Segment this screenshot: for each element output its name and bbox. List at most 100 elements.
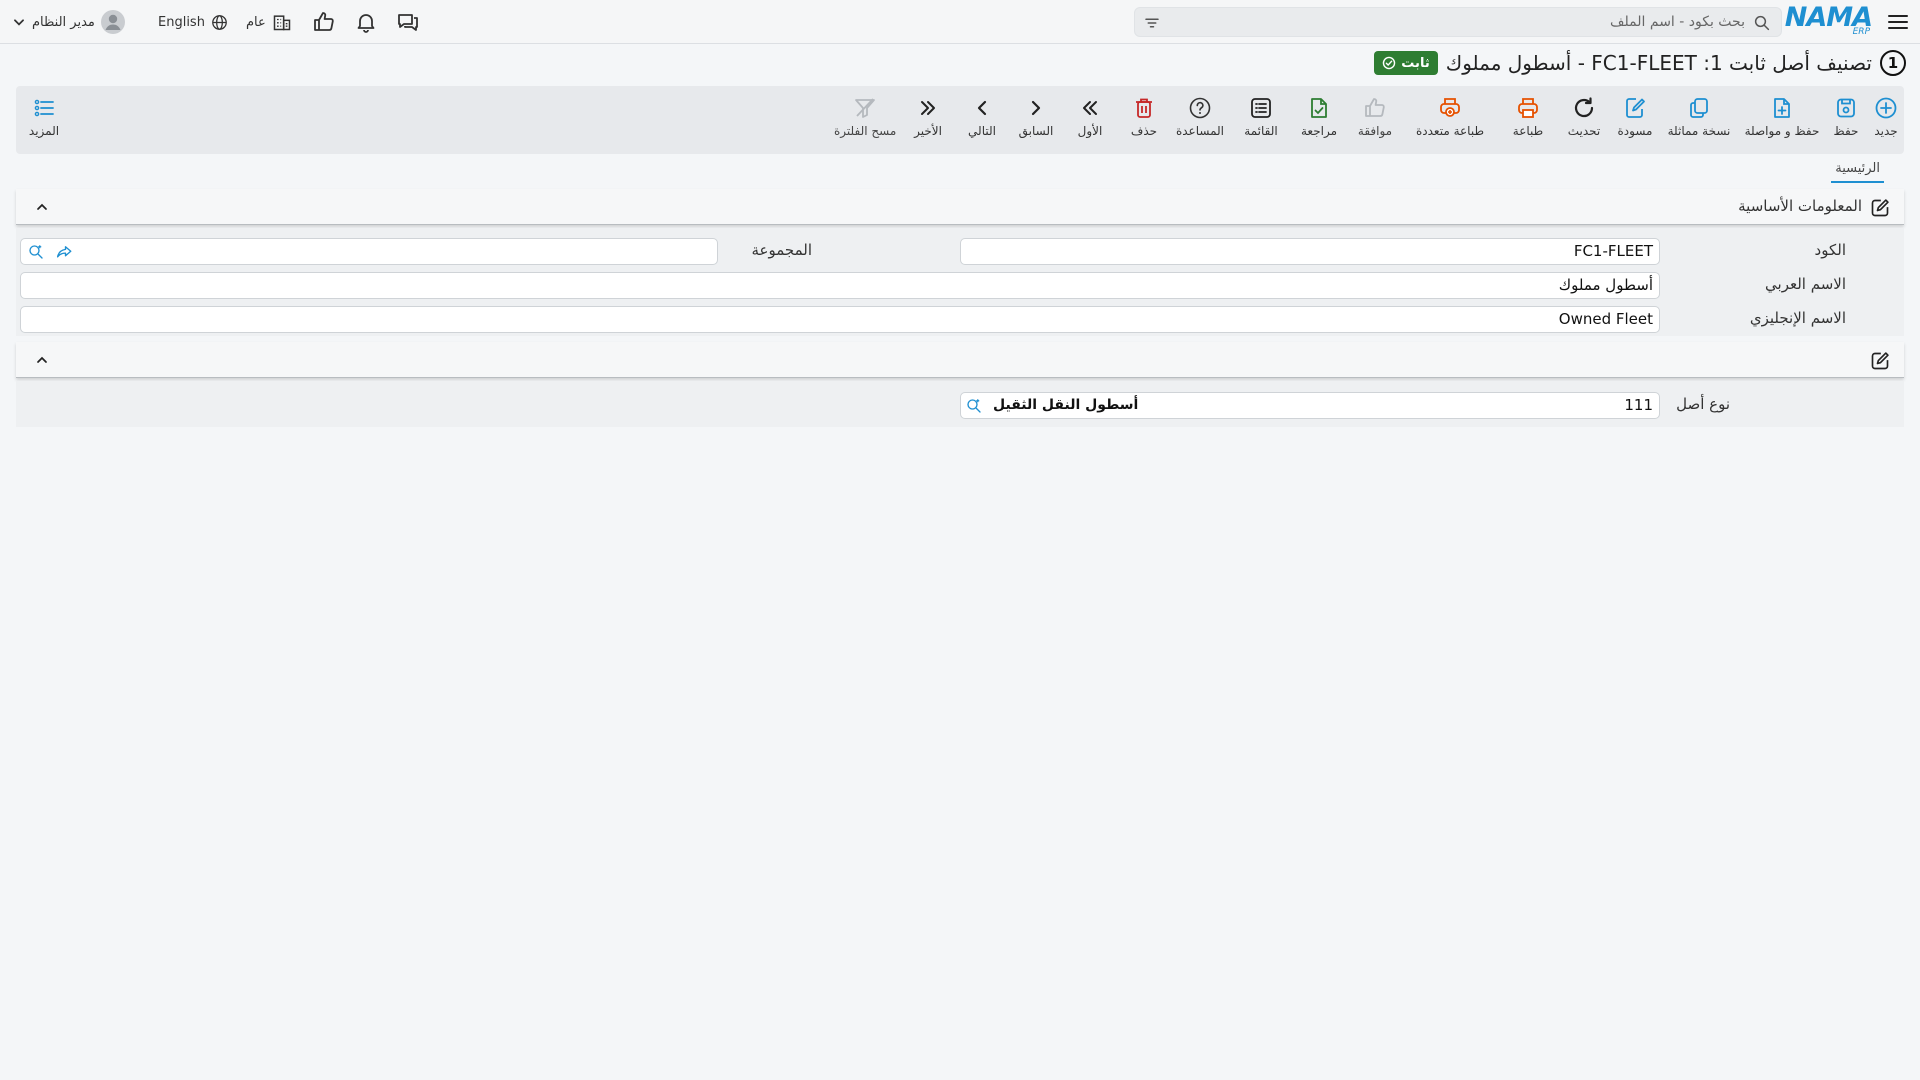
filter-icon[interactable]	[1143, 14, 1161, 32]
language-switch[interactable]: English	[158, 10, 228, 34]
thumbs-up-icon	[1363, 96, 1387, 120]
basic-info-section-header[interactable]: المعلومات الأساسية	[16, 189, 1904, 225]
draft-button[interactable]: مسودة	[1612, 94, 1658, 148]
english-name-field[interactable]: Owned Fleet	[20, 306, 1660, 333]
arabic-name-label: الاسم العربي	[1765, 275, 1846, 293]
edit-file-icon	[1623, 96, 1647, 120]
chevron-left-icon	[970, 96, 994, 120]
first-button[interactable]: الأول	[1072, 94, 1108, 148]
printer-icon	[1516, 96, 1540, 120]
asset-type-code: 111	[1624, 396, 1653, 414]
bell-icon[interactable]	[354, 10, 378, 34]
delete-label: حذف	[1130, 124, 1158, 138]
hamburger-menu-icon[interactable]	[1886, 10, 1910, 34]
edit-icon	[1870, 351, 1890, 371]
english-name-label: الاسم الإنجليزي	[1749, 309, 1846, 327]
code-label: الكود	[1814, 241, 1846, 259]
top-bar: NAMA ERP مدير النظام English عام	[0, 0, 1920, 44]
save-continue-label: حفظ و مواصلة	[1744, 124, 1820, 138]
search-lookup-icon[interactable]	[965, 397, 983, 415]
search-input[interactable]	[1185, 8, 1745, 36]
next-button[interactable]: التالي	[964, 94, 1000, 148]
refresh-button[interactable]: تحديث	[1564, 94, 1604, 148]
second-section-header[interactable]	[16, 342, 1904, 378]
check-circle-icon	[1382, 56, 1396, 70]
action-toolbar: جديد حفظ حفظ و مواصلة نسخة مماثلة مسودة …	[16, 86, 1904, 154]
list-label: القائمة	[1244, 124, 1278, 138]
clear-filter-label: مسح الفلترة	[834, 124, 897, 138]
english-name-value: Owned Fleet	[1558, 310, 1653, 328]
multi-print-button[interactable]: طباعة متعددة	[1414, 94, 1486, 148]
user-menu[interactable]: مدير النظام	[12, 10, 125, 34]
asset-type-field[interactable]: 111 أسطول النقل الثقيل	[960, 392, 1660, 419]
asset-type-name: أسطول النقل الثقيل	[993, 397, 1139, 413]
new-label: جديد	[1874, 124, 1898, 138]
last-label: الأخير	[914, 124, 942, 138]
tab-main[interactable]: الرئيسية	[1831, 159, 1884, 183]
approve-label: موافقة	[1357, 124, 1393, 138]
arabic-name-value: أسطول مملوك	[1558, 276, 1653, 294]
previous-button[interactable]: السابق	[1018, 94, 1054, 148]
basic-info-section-body: الكود FC1-FLEET المجموعة الاسم العربي أس…	[16, 228, 1904, 336]
list-icon	[1249, 96, 1273, 120]
thumbs-up-icon[interactable]	[312, 10, 336, 34]
help-button[interactable]: المساعدة	[1172, 94, 1228, 148]
brand-logo[interactable]: NAMA ERP	[1785, 4, 1873, 37]
multi-printer-icon	[1438, 96, 1462, 120]
approve-button[interactable]: موافقة	[1352, 94, 1398, 148]
save-continue-button[interactable]: حفظ و مواصلة	[1742, 94, 1822, 148]
clear-filter-button[interactable]: مسح الفلترة	[834, 94, 896, 148]
share-icon[interactable]	[55, 243, 73, 261]
status-label: ثابت	[1401, 55, 1430, 71]
duplicate-button[interactable]: نسخة مماثلة	[1664, 94, 1734, 148]
list-bullet-icon	[32, 96, 56, 120]
more-label: المزيد	[28, 124, 60, 138]
draft-label: مسودة	[1617, 124, 1653, 138]
last-button[interactable]: الأخير	[910, 94, 946, 148]
code-value: FC1-FLEET	[1573, 242, 1653, 260]
delete-button[interactable]: حذف	[1126, 94, 1162, 148]
review-label: مراجعة	[1300, 124, 1338, 138]
code-field[interactable]: FC1-FLEET	[960, 238, 1660, 265]
global-search	[1134, 7, 1782, 37]
search-icon[interactable]	[1753, 14, 1771, 32]
save-button[interactable]: حفظ	[1828, 94, 1864, 148]
plus-circle-icon	[1874, 96, 1898, 120]
previous-label: السابق	[1018, 124, 1054, 138]
globe-icon	[211, 14, 228, 31]
list-button[interactable]: القائمة	[1238, 94, 1284, 148]
brand-sub: ERP	[1852, 27, 1870, 37]
refresh-icon	[1572, 96, 1596, 120]
avatar	[100, 10, 125, 34]
filter-off-icon	[853, 96, 877, 120]
chevron-up-icon[interactable]	[34, 199, 50, 215]
review-button[interactable]: مراجعة	[1296, 94, 1342, 148]
multi-print-label: طباعة متعددة	[1415, 124, 1484, 138]
more-button[interactable]: المزيد	[24, 94, 64, 148]
chat-icon[interactable]	[396, 10, 420, 34]
file-plus-icon	[1770, 96, 1794, 120]
save-icon	[1834, 96, 1858, 120]
double-chevron-left-icon	[1078, 96, 1102, 120]
duplicate-label: نسخة مماثلة	[1667, 124, 1731, 138]
status-badge: ثابت	[1374, 51, 1438, 75]
print-label: طباعة	[1512, 124, 1544, 138]
page-title: تصنيف أصل ثابت 1: FC1-FLEET - أسطول مملو…	[1445, 51, 1872, 75]
new-button[interactable]: جديد	[1868, 94, 1904, 148]
file-check-icon	[1307, 96, 1331, 120]
print-button[interactable]: طباعة	[1508, 94, 1548, 148]
chevron-down-icon[interactable]	[12, 15, 26, 29]
arabic-name-field[interactable]: أسطول مملوك	[20, 272, 1660, 299]
next-label: التالي	[968, 124, 996, 138]
company-switch[interactable]: عام	[246, 10, 292, 34]
first-label: الأول	[1077, 124, 1103, 138]
company-label: عام	[246, 14, 266, 30]
help-circle-icon	[1188, 96, 1212, 120]
group-field[interactable]	[20, 238, 718, 265]
copy-icon	[1687, 96, 1711, 120]
help-label: المساعدة	[1175, 124, 1225, 138]
page-title-row: 1 تصنيف أصل ثابت 1: FC1-FLEET - أسطول مم…	[1374, 48, 1906, 78]
chevron-up-icon[interactable]	[34, 352, 50, 368]
search-lookup-icon[interactable]	[27, 243, 45, 261]
save-label: حفظ	[1833, 124, 1859, 138]
